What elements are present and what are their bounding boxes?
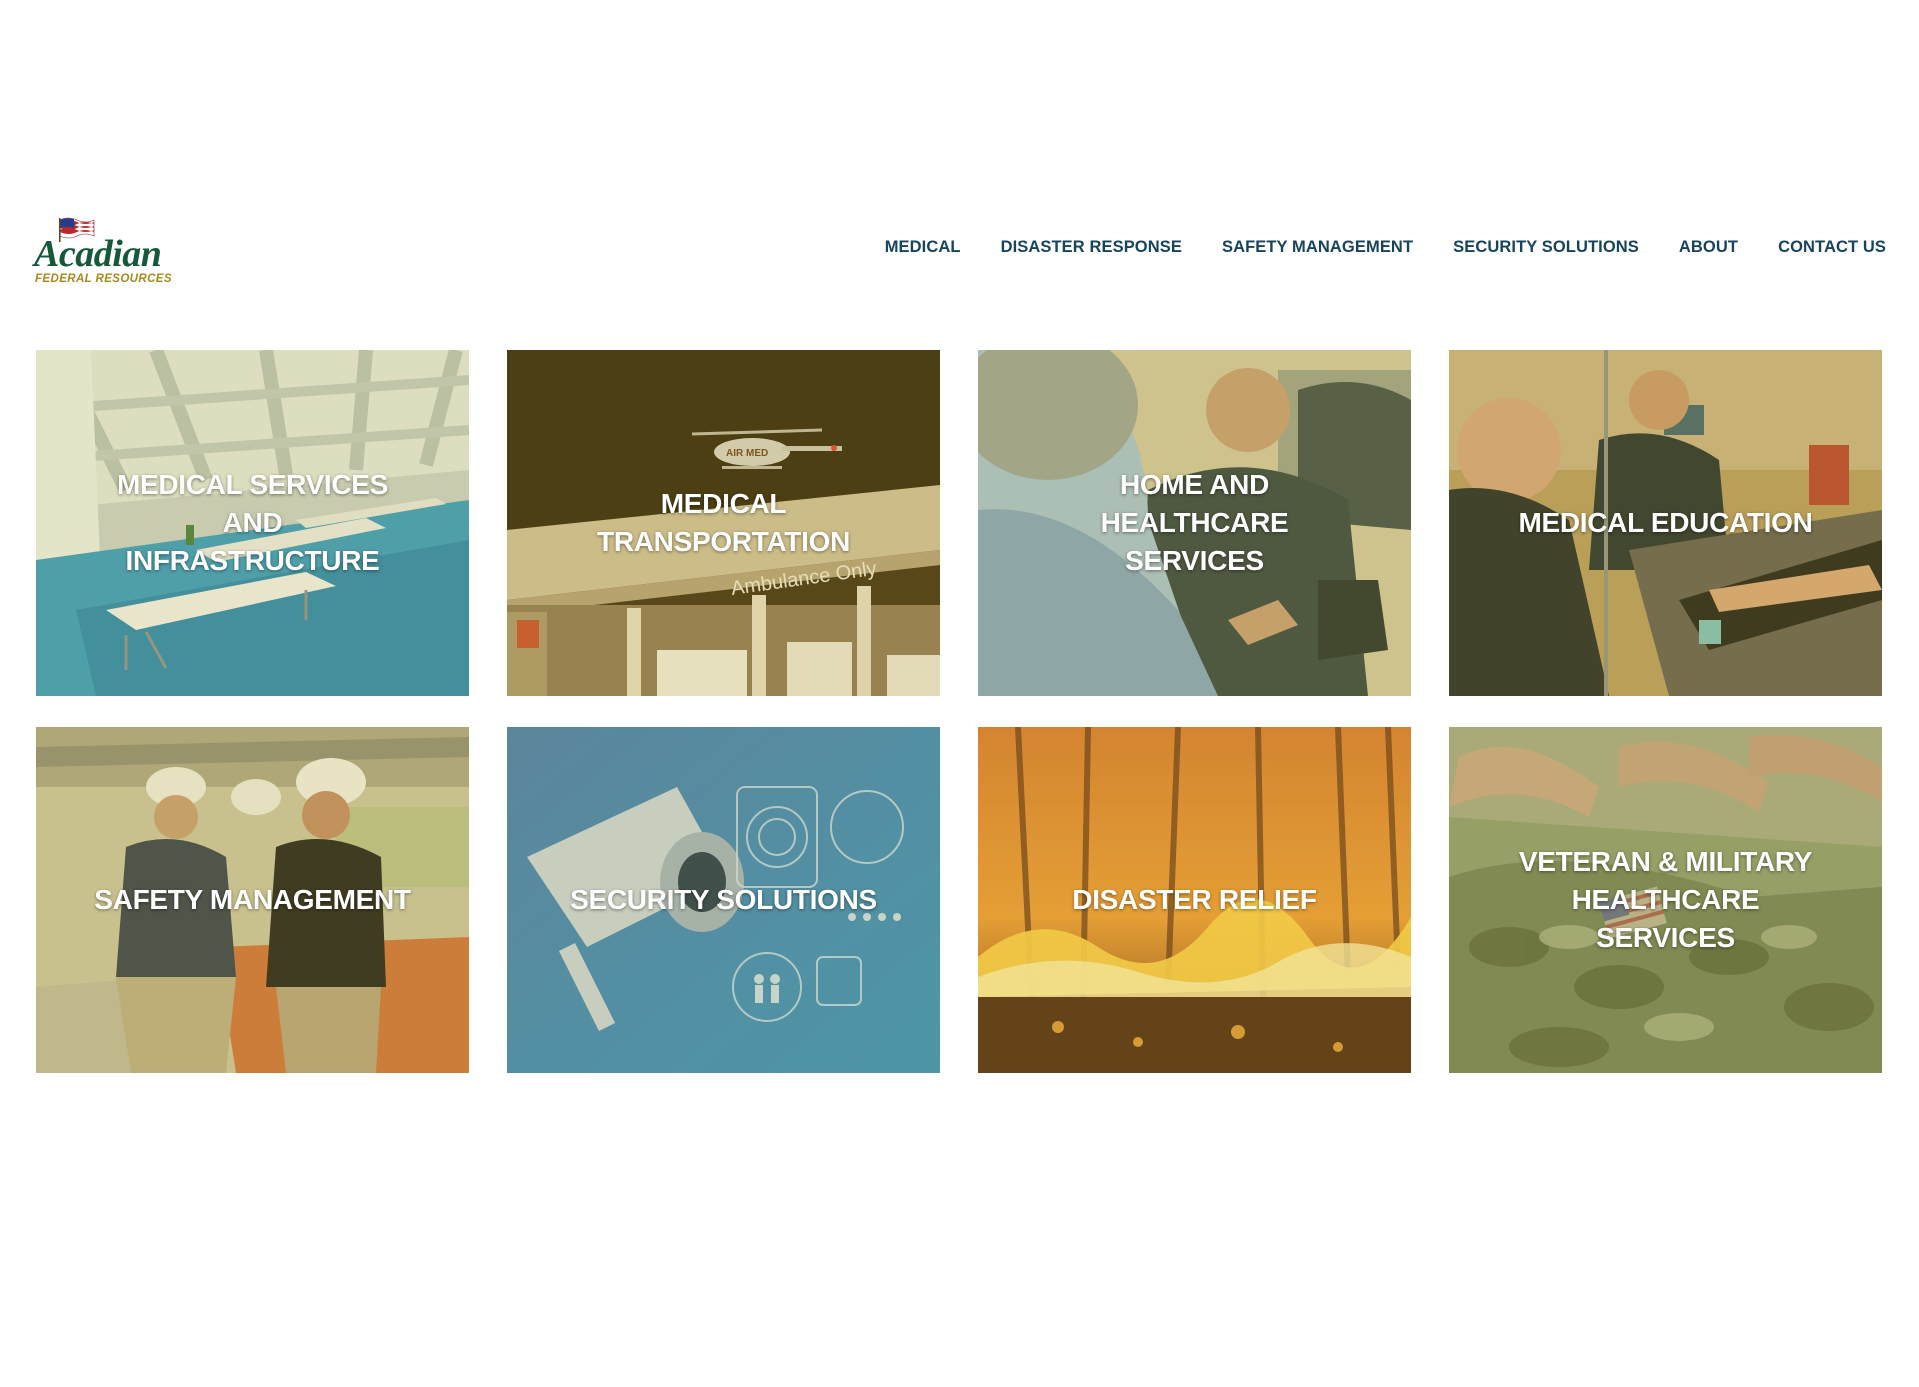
tile-veteran-military[interactable]: VETERAN & MILITARY HEALTHCARE SERVICES	[1449, 727, 1882, 1073]
tile-label: SAFETY MANAGEMENT	[94, 884, 411, 915]
logo-wordmark: Acadian	[34, 233, 162, 275]
nav-safety-management[interactable]: SAFETY MANAGEMENT	[1222, 238, 1413, 257]
tile-security-solutions[interactable]: SECURITY SOLUTIONS	[507, 727, 940, 1073]
nav-security-solutions[interactable]: SECURITY SOLUTIONS	[1453, 238, 1639, 257]
page: Acadian FEDERAL RESOURCES MEDICAL DISAST…	[0, 0, 1919, 1387]
tile-label: MEDICAL EDUCATION	[1518, 507, 1813, 538]
tile-medical-education[interactable]: MEDICAL EDUCATION	[1449, 350, 1882, 696]
nav-medical[interactable]: MEDICAL	[885, 238, 961, 257]
tile-label: SECURITY SOLUTIONS	[570, 884, 877, 915]
tile-safety-management[interactable]: SAFETY MANAGEMENT	[36, 727, 469, 1073]
tile-label: VETERAN & MILITARY HEALTHCARE SERVICES	[1518, 846, 1813, 953]
nav-disaster-response[interactable]: DISASTER RESPONSE	[1001, 238, 1182, 257]
tile-label: MEDICAL TRANSPORTATION	[597, 488, 850, 557]
tile-disaster-relief[interactable]: DISASTER RELIEF	[978, 727, 1411, 1073]
services-grid: MEDICAL SERVICES AND INFRASTRUCTURE AIR …	[36, 350, 1882, 1073]
logo-tagline: FEDERAL RESOURCES	[35, 273, 172, 285]
tile-label: DISASTER RELIEF	[1072, 884, 1317, 915]
nav-about[interactable]: ABOUT	[1679, 238, 1738, 257]
nav-contact-us[interactable]: CONTACT US	[1778, 238, 1886, 257]
tile-label: HOME AND HEALTHCARE SERVICES	[1100, 469, 1289, 576]
tile-medical-transportation[interactable]: AIR MED Ambulance Only MEDICAL TRANSPORT…	[507, 350, 940, 696]
acadian-logo[interactable]: Acadian FEDERAL RESOURCES	[34, 216, 184, 286]
tile-home-healthcare[interactable]: HOME AND HEALTHCARE SERVICES	[978, 350, 1411, 696]
main-nav: MEDICAL DISASTER RESPONSE SAFETY MANAGEM…	[885, 238, 1886, 257]
site-header: Acadian FEDERAL RESOURCES MEDICAL DISAST…	[0, 210, 1919, 285]
tile-label: MEDICAL SERVICES AND INFRASTRUCTURE	[116, 469, 389, 576]
tile-medical-services[interactable]: MEDICAL SERVICES AND INFRASTRUCTURE	[36, 350, 469, 696]
